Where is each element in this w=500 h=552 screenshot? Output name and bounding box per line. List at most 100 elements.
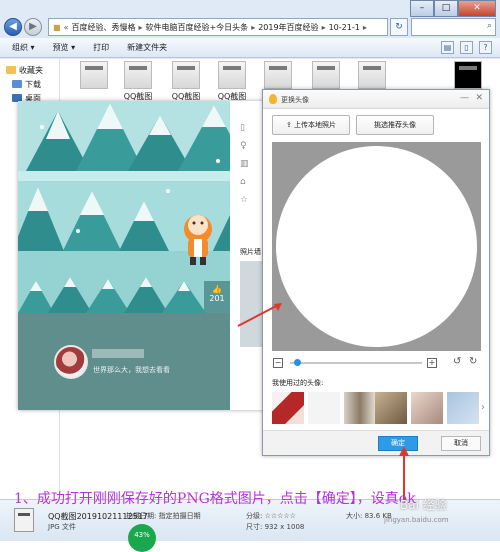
upload-icon: ⇪ (285, 121, 295, 129)
organize-menu[interactable]: 组织 ▾ (12, 42, 35, 53)
file-thumbnail[interactable] (446, 61, 490, 91)
jpg-file-icon (14, 508, 34, 532)
image-file-icon (264, 61, 292, 89)
minimize-button[interactable]: – (410, 0, 434, 17)
red-arrow-pointer (237, 303, 282, 327)
avatar[interactable] (54, 345, 88, 379)
minimize-icon[interactable]: — (460, 93, 469, 103)
search-input[interactable]: ⌕ (411, 18, 496, 36)
nickname-blurred (92, 349, 144, 358)
file-rating[interactable]: 分级: ☆☆☆☆☆ (246, 511, 296, 521)
file-thumbnail[interactable] (256, 61, 300, 91)
sidebar-item-label: 下载 (25, 79, 41, 89)
maximize-button[interactable]: □ (434, 0, 458, 17)
close-icon[interactable]: ✕ (475, 93, 483, 103)
used-avatar[interactable] (272, 392, 304, 424)
baidu-watermark-url: jingyan.baidu.com (384, 516, 449, 524)
progress-ring: 43% (128, 524, 156, 552)
zoom-slider[interactable] (290, 362, 422, 364)
view-controls: ▤ ▯ ? (441, 41, 492, 54)
breadcrumb-item[interactable]: 2019年百度经验 (258, 22, 318, 33)
new-folder-button[interactable]: 新建文件夹 (127, 42, 167, 53)
file-thumbnail[interactable] (304, 61, 348, 91)
like-count: 201 (209, 294, 225, 303)
file-dimensions: 尺寸: 932 x 1008 (246, 523, 305, 531)
address-bar[interactable]: ■ « 百度经验、秀慢格 ▸ 软件电脑百度经验+今日头条 ▸ 2019年百度经验… (48, 18, 388, 36)
image-file-icon (80, 61, 108, 89)
close-button[interactable]: ✕ (458, 0, 496, 17)
level-icon: ▥ (240, 159, 249, 169)
sidebar-item-downloads[interactable]: 下载 (6, 77, 53, 91)
command-toolbar: 组织 ▾ 预览 ▾ 打印 新建文件夹 ▤ ▯ ? (0, 38, 500, 58)
thumbs-up-icon: 👍 (212, 285, 222, 294)
breadcrumb-item[interactable]: 软件电脑百度经验+今日头条 (145, 22, 248, 33)
file-thumbnail[interactable]: QQ截图 (116, 61, 160, 102)
upload-local-photo-button[interactable]: ⇪ 上传本地照片 (272, 115, 350, 135)
image-file-icon (124, 61, 152, 89)
file-type: JPG 文件 (48, 523, 76, 531)
file-thumbnail[interactable] (350, 61, 394, 91)
instruction-caption: 1、成功打开刚刚保存好的PNG格式图片，点击【确定】，设真ok (14, 491, 416, 507)
zoom-controls: − + ↺ ↻ (272, 356, 481, 370)
back-arrow-icon[interactable]: ◀ (4, 18, 22, 36)
qq-profile-card: 👍 201 世界那么大，我想去看看 ▯ ♀ ▥ ⌂ ☆ 照片墙 (18, 101, 265, 410)
dialog-title: 更换头像 (281, 96, 309, 104)
used-avatars-list: › (272, 392, 490, 424)
folder-icon: ■ (53, 22, 61, 32)
preview-menu[interactable]: 预览 ▾ (53, 42, 76, 53)
rotate-left-icon[interactable]: ↺ (453, 356, 461, 367)
image-file-icon (172, 61, 200, 89)
recommended-avatar-button[interactable]: 挑选推荐头像 (356, 115, 434, 135)
zoom-slider-handle[interactable] (293, 359, 301, 366)
signature: 世界那么大，我想去看看 (93, 366, 170, 374)
location-icon: ☆ (240, 195, 249, 205)
view-options-icon[interactable]: ▤ (441, 41, 454, 54)
chevron-right-icon[interactable]: › (481, 402, 485, 413)
window-controls: – □ ✕ (410, 0, 496, 17)
sidebar-item-favorites[interactable]: 收藏夹 (6, 63, 53, 77)
print-button[interactable]: 打印 (93, 42, 109, 53)
star-icon (6, 66, 16, 74)
image-file-icon (312, 61, 340, 89)
file-date[interactable]: 拍摄日期: 指定拍摄日期 (126, 511, 201, 521)
baidu-watermark: Bai 经验 (400, 498, 447, 512)
title-bar: – □ ✕ ◀ ▶ ■ « 百度经验、秀慢格 ▸ 软件电脑百度经验+今日头条 ▸… (0, 0, 500, 38)
help-icon[interactable]: ? (479, 41, 492, 54)
birthday-icon: ⌂ (240, 177, 246, 187)
navigation-bar: ◀ ▶ ■ « 百度经验、秀慢格 ▸ 软件电脑百度经验+今日头条 ▸ 2019年… (4, 17, 496, 37)
dialog-footer: 确定 取消 (263, 430, 489, 455)
preview-pane-icon[interactable]: ▯ (460, 41, 473, 54)
crop-circle[interactable] (276, 146, 477, 347)
used-avatar[interactable] (447, 392, 479, 424)
change-avatar-dialog: 更换头像 — ✕ ⇪ 上传本地照片 挑选推荐头像 − + ↺ ↻ 我使用过的头像… (262, 89, 490, 456)
image-file-icon (454, 61, 482, 89)
rotate-right-icon[interactable]: ↻ (469, 356, 477, 367)
zoom-out-button[interactable]: − (273, 358, 283, 368)
dialog-title-bar: 更换头像 — ✕ (263, 90, 489, 109)
crop-area[interactable] (272, 142, 481, 351)
album-label: 照片墙 (240, 248, 261, 256)
like-button[interactable]: 👍 201 (204, 281, 230, 313)
cancel-button[interactable]: 取消 (441, 436, 481, 451)
used-avatar[interactable] (308, 392, 340, 424)
used-avatars-label: 我使用过的头像: (272, 379, 324, 387)
download-folder-icon (12, 80, 22, 88)
image-file-icon (218, 61, 246, 89)
breadcrumb-item[interactable]: 10-21-1 (329, 23, 360, 32)
forward-arrow-icon[interactable]: ▶ (24, 18, 42, 36)
zoom-in-button[interactable]: + (427, 358, 437, 368)
used-avatar[interactable] (344, 392, 376, 424)
used-avatar[interactable] (411, 392, 443, 424)
used-avatar[interactable] (375, 392, 407, 424)
profile-detail-column: ▯ ♀ ▥ ⌂ ☆ 照片墙 (230, 101, 265, 410)
image-file-icon (358, 61, 386, 89)
breadcrumb-item[interactable]: 百度经验、秀慢格 (71, 22, 135, 33)
file-thumbnail[interactable] (72, 61, 116, 91)
file-thumbnail[interactable]: QQ截图 (164, 61, 208, 102)
qq-penguin-icon (269, 94, 277, 104)
profile-cover: 👍 201 (18, 101, 230, 313)
winter-tree-illustration (18, 101, 230, 313)
refresh-icon[interactable]: ↻ (390, 18, 408, 36)
file-thumbnail[interactable]: QQ截图 (210, 61, 254, 102)
qq-number-icon: ▯ (240, 123, 245, 133)
